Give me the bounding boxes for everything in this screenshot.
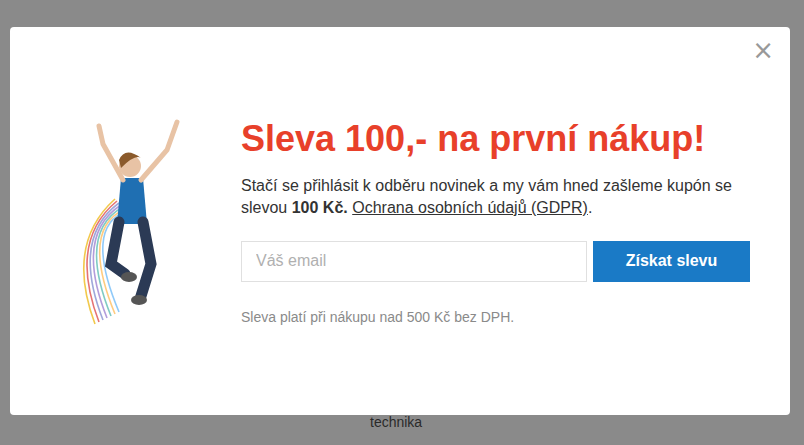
get-discount-button[interactable]: Získat slevu: [593, 241, 750, 282]
background-text: technika: [370, 414, 422, 430]
close-button[interactable]: ×: [748, 35, 778, 65]
promo-title: Sleva 100,- na první nákup!: [241, 117, 753, 160]
page: technika × Sleva 100,- na první nákup! Stač…: [0, 0, 804, 445]
gdpr-link[interactable]: Ochrana osobních údajů (GDPR): [352, 199, 588, 216]
promo-modal: × Sleva 100,- na první nákup! Stačí se při…: [10, 27, 790, 415]
discount-note: Sleva platí při nákupu nad 500 Kč bez DP…: [241, 309, 753, 325]
promo-content: Sleva 100,- na první nákup! Stačí se přih…: [241, 117, 753, 324]
promo-description: Stačí se přihlásit k odběru novinek a my…: [241, 175, 753, 219]
email-input[interactable]: [241, 241, 587, 282]
subscribe-form: Získat slevu: [241, 241, 750, 282]
jumping-woman-picture: [55, 114, 225, 329]
